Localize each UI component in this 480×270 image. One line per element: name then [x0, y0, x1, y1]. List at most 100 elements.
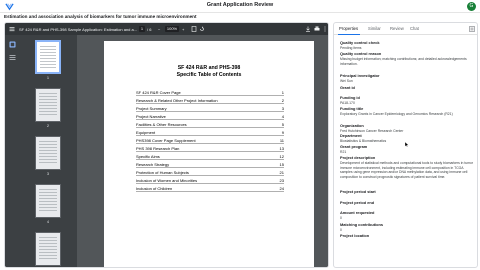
- toc-row[interactable]: Project Summary 3: [136, 104, 284, 112]
- property-value[interactable]: Development of statistical methods and c…: [340, 161, 475, 179]
- zoom-level[interactable]: 100%: [165, 26, 179, 32]
- property-value[interactable]: PA18-170: [340, 101, 475, 106]
- pdf-file-name: SF 424 R&R and PHS-398 Sample Applicatio…: [19, 26, 138, 32]
- toc-row[interactable]: Protection of Human Subjects 21: [136, 168, 284, 176]
- toc-entry-label: Project Narrative: [136, 113, 166, 119]
- toc-entry-page: 13: [279, 145, 284, 151]
- document-page: SF 424 R&R and PHS-398 Specific Table of…: [104, 41, 314, 267]
- thumbnail-page[interactable]: [35, 136, 61, 170]
- more-options-icon[interactable]: [322, 26, 328, 32]
- fit-page-icon[interactable]: [191, 26, 197, 32]
- property-value[interactable]: Exploratory Grants in Cancer Epidemiolog…: [340, 112, 475, 117]
- property-label: Project period end: [340, 200, 375, 205]
- toc-row[interactable]: Inclusion of Women and Minorities 23: [136, 176, 284, 184]
- toc-entry-page: 11: [279, 137, 284, 143]
- toc-row[interactable]: Research & Related Other Project Informa…: [136, 96, 284, 104]
- toc-entry-page: 21: [279, 169, 284, 175]
- tab-similar[interactable]: Similar: [368, 26, 381, 31]
- page-total: / 6: [147, 26, 152, 32]
- toc-entry-label: Facilities & Other Resources: [136, 121, 187, 127]
- toc-row[interactable]: Inclusion of Children 24: [136, 184, 284, 192]
- outline-view-icon[interactable]: [9, 54, 16, 61]
- download-icon[interactable]: [305, 26, 311, 32]
- document-subtitle: Specific Table of Contents: [176, 72, 242, 78]
- property-field: Quality control check Pending items: [340, 40, 475, 51]
- print-icon[interactable]: [314, 26, 320, 32]
- thumbnail-page[interactable]: [35, 232, 61, 266]
- toc-row[interactable]: PHS398 Cover Page Supplement 11: [136, 136, 284, 144]
- property-label: Department: [340, 133, 362, 138]
- rotate-icon[interactable]: [199, 26, 205, 32]
- toc-row[interactable]: Equipment 9: [136, 128, 284, 136]
- property-label: Quality control reason: [340, 51, 382, 56]
- toc-row[interactable]: Facilities & Other Resources 5: [136, 120, 284, 128]
- toc-row[interactable]: Specific Aims 12: [136, 152, 284, 160]
- table-of-contents: SF 424 R&R Cover Page 1 Research & Related…: [136, 88, 284, 192]
- toc-entry-label: PHS398 Cover Page Supplement: [136, 137, 196, 143]
- toc-row[interactable]: SF 424 R&R Cover Page 1: [136, 88, 284, 96]
- thumbnail-page[interactable]: [35, 184, 61, 218]
- toc-entry-label: Inclusion of Women and Minorities: [136, 177, 198, 183]
- tab-properties[interactable]: Properties: [339, 26, 358, 31]
- toc-entry-label: Specific Aims: [136, 153, 160, 159]
- property-value[interactable]: R21: [340, 150, 475, 155]
- property-value[interactable]: Wei Sun: [340, 79, 475, 84]
- toc-entry-page: 23: [279, 177, 284, 183]
- user-avatar[interactable]: G: [467, 2, 476, 11]
- toc-entry-label: SF 424 R&R Cover Page: [136, 89, 181, 95]
- toc-row[interactable]: PHS 398 Research Plan 13: [136, 144, 284, 152]
- property-value[interactable]: Missing budget information; matching con…: [340, 57, 475, 66]
- pdf-toolbar: SF 424 R&R and PHS-398 Sample Applicatio…: [5, 23, 328, 35]
- page-number-input[interactable]: 1: [139, 26, 145, 32]
- property-field: Project period end: [340, 200, 475, 206]
- property-label: Organization: [340, 123, 364, 128]
- toc-entry-label: Research Strategy: [136, 161, 170, 167]
- toc-entry-page: 24: [279, 185, 284, 191]
- toc-entry-label: PHS 398 Research Plan: [136, 145, 180, 151]
- toc-entry-page: 15: [279, 161, 284, 167]
- property-label: Grant id: [340, 85, 355, 90]
- menu-icon[interactable]: [9, 26, 15, 32]
- toc-row[interactable]: Research Strategy 15: [136, 160, 284, 168]
- thumbnails-view-icon[interactable]: [9, 41, 16, 48]
- property-label: Amount requested: [340, 210, 375, 215]
- thumbnail-page[interactable]: [35, 88, 61, 122]
- property-field: Funding id PA18-170: [340, 95, 475, 106]
- property-field: Principal investigator Wei Sun: [340, 73, 475, 84]
- property-label: Quality control check: [340, 40, 380, 45]
- property-field: Project description Development of statis…: [340, 155, 475, 179]
- thumbnail-page[interactable]: [35, 40, 61, 74]
- toc-entry-page: 3: [281, 105, 284, 111]
- property-value[interactable]: Pending items: [340, 46, 475, 51]
- tab-chat[interactable]: Chat: [410, 26, 419, 31]
- property-label: Project location: [340, 233, 370, 238]
- zoom-out-button[interactable]: −: [158, 27, 160, 32]
- tab-review[interactable]: Review: [390, 26, 404, 31]
- property-field: Organization Fred Hutchinson Cancer Resea…: [340, 123, 475, 134]
- toc-entry-page: 1: [281, 89, 284, 95]
- panel-settings-icon[interactable]: [469, 26, 475, 32]
- thumbnail-page-number: 1: [47, 76, 49, 80]
- toc-entry-page: 2: [281, 97, 284, 103]
- toc-entry-label: Project Summary: [136, 105, 167, 111]
- panel-tabs: Properties Similar Review Chat: [334, 23, 477, 35]
- thumbnail-page-number: 4: [47, 220, 49, 224]
- thumbnail-page-number: 2: [47, 124, 49, 128]
- mouse-cursor-icon: [405, 142, 409, 147]
- property-value[interactable]: 0: [340, 228, 475, 233]
- property-value[interactable]: 0: [340, 216, 475, 221]
- thumbnail-list: 1 2 3 4 5: [21, 35, 77, 267]
- toc-row[interactable]: Project Narrative 4: [136, 112, 284, 120]
- zoom-in-button[interactable]: +: [182, 27, 184, 32]
- document-title: SF 424 R&R and PHS-398: [177, 65, 241, 71]
- toc-entry-label: Equipment: [136, 129, 156, 135]
- toc-entry-page: 12: [279, 153, 284, 159]
- property-field: Project period start: [340, 189, 475, 195]
- property-label: Project period start: [340, 189, 376, 194]
- property-field: Funding title Exploratory Grants in Cance…: [340, 106, 475, 117]
- page-canvas[interactable]: SF 424 R&R and PHS-398 Specific Table of…: [77, 35, 328, 267]
- property-field: Quality control reason Missing budget inf…: [340, 51, 475, 66]
- property-label: Funding id: [340, 95, 360, 100]
- property-label: Project description: [340, 155, 376, 160]
- pdf-side-rail: [5, 35, 21, 267]
